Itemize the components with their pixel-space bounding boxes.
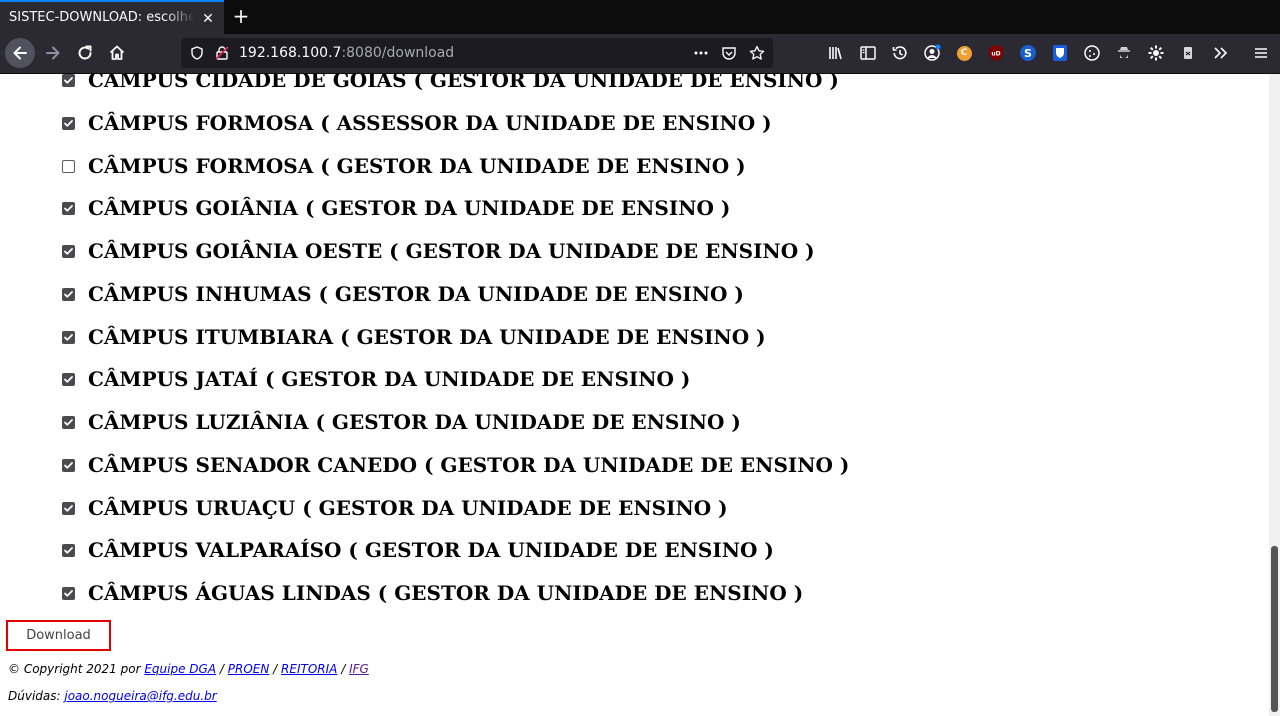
campus-label[interactable]: CÂMPUS CIDADE DE GOIÁS ( GESTOR DA UNIDA… xyxy=(88,74,839,93)
ublock-origin-icon[interactable]: uD xyxy=(987,44,1005,62)
overflow-chevron-icon[interactable] xyxy=(1211,44,1229,62)
campus-label[interactable]: CÂMPUS LUZIÂNIA ( GESTOR DA UNIDADE DE E… xyxy=(88,409,741,435)
checkbox-checked[interactable] xyxy=(62,245,75,258)
footer-contact: Dúvidas: joao.nogueira@ifg.edu.br xyxy=(8,689,217,703)
checkbox-checked[interactable] xyxy=(62,501,75,515)
browser-tab[interactable]: SISTEC-DOWNLOAD: escolher ✕ xyxy=(0,0,224,34)
checkbox-checked[interactable] xyxy=(62,116,75,130)
tab-strip: SISTEC-DOWNLOAD: escolher ✕ + xyxy=(0,0,1280,34)
footer-copyright: © Copyright 2021 por Equipe DGA / PROEN … xyxy=(8,662,369,676)
checkbox-checked[interactable] xyxy=(62,202,75,216)
bitwarden-icon[interactable] xyxy=(1051,44,1069,62)
extension-puzzle-icon[interactable] xyxy=(1179,44,1197,62)
campus-label[interactable]: CÂMPUS FORMOSA ( GESTOR DA UNIDADE DE EN… xyxy=(88,153,746,179)
url-path: :8080/download xyxy=(341,45,455,61)
campus-label[interactable]: CÂMPUS VALPARAÍSO ( GESTOR DA UNIDADE DE… xyxy=(88,537,774,563)
home-button[interactable] xyxy=(102,38,132,68)
checkbox-checked[interactable] xyxy=(62,287,75,301)
url-host: 192.168.100.7 xyxy=(239,45,342,61)
campus-label[interactable]: CÂMPUS URUAÇU ( GESTOR DA UNIDADE DE ENS… xyxy=(88,495,728,521)
link-proen[interactable]: PROEN xyxy=(228,662,270,676)
checkbox-checked[interactable] xyxy=(62,416,75,429)
reload-button[interactable] xyxy=(70,38,100,68)
reload-icon xyxy=(78,45,92,60)
checkbox-checked[interactable] xyxy=(62,330,75,344)
download-button[interactable]: Download xyxy=(6,620,111,651)
library-icon[interactable] xyxy=(827,44,845,62)
tab-close-icon[interactable]: ✕ xyxy=(200,11,216,27)
checkbox-checked[interactable] xyxy=(62,373,75,387)
duvidas-label: Dúvidas: xyxy=(8,689,61,703)
settings-gear-icon[interactable] xyxy=(1147,44,1165,62)
cookie-extension-icon[interactable]: C xyxy=(955,44,973,62)
campus-label[interactable]: CÂMPUS SENADOR CANEDO ( GESTOR DA UNIDAD… xyxy=(88,452,849,478)
separator: / xyxy=(219,662,224,676)
new-tab-icon[interactable]: + xyxy=(230,5,252,27)
bookmark-star-icon[interactable] xyxy=(749,45,765,61)
url-bar[interactable]: 192.168.100.7:8080/download xyxy=(181,38,773,68)
page-scrollbar[interactable] xyxy=(1269,74,1280,716)
campus-label[interactable]: CÂMPUS FORMOSA ( ASSESSOR DA UNIDADE DE … xyxy=(88,110,772,136)
home-icon xyxy=(109,45,125,60)
checkbox-checked[interactable] xyxy=(62,544,75,558)
navigation-toolbar: 192.168.100.7:8080/download C uD S xyxy=(0,34,1280,74)
campus-label[interactable]: CÂMPUS ÁGUAS LINDAS ( GESTOR DA UNIDADE … xyxy=(88,580,803,606)
copyright-text: © Copyright 2021 por xyxy=(8,662,141,676)
separator: / xyxy=(341,662,346,676)
checkbox-checked[interactable] xyxy=(62,74,75,87)
account-icon[interactable] xyxy=(923,44,941,62)
spy-extension-icon[interactable] xyxy=(1115,44,1133,62)
s-extension-icon[interactable]: S xyxy=(1019,44,1037,62)
insecure-lock-icon[interactable] xyxy=(214,45,230,61)
checkbox-checked[interactable] xyxy=(62,458,75,472)
scrollbar-thumb[interactable] xyxy=(1271,546,1278,712)
tab-title: SISTEC-DOWNLOAD: escolher xyxy=(9,10,195,25)
back-arrow-icon xyxy=(13,46,27,60)
link-reitoria[interactable]: REITORIA xyxy=(281,662,337,676)
forward-button[interactable] xyxy=(38,38,68,68)
campus-label[interactable]: CÂMPUS GOIÂNIA ( GESTOR DA UNIDADE DE EN… xyxy=(88,195,730,221)
separator: / xyxy=(273,662,278,676)
contact-email-link[interactable]: joao.nogueira@ifg.edu.br xyxy=(64,689,216,703)
pocket-icon[interactable] xyxy=(721,45,737,61)
more-actions-icon[interactable] xyxy=(693,45,709,61)
page-content: CÂMPUS CIDADE DE GOIÁS ( GESTOR DA UNIDA… xyxy=(0,74,1269,716)
campus-label[interactable]: CÂMPUS JATAÍ ( GESTOR DA UNIDADE DE ENSI… xyxy=(88,366,690,392)
svg-text:uD: uD xyxy=(991,51,1000,58)
shield-icon[interactable] xyxy=(189,45,205,61)
campus-label[interactable]: CÂMPUS ITUMBIARA ( GESTOR DA UNIDADE DE … xyxy=(88,324,766,350)
hamburger-menu-icon[interactable] xyxy=(1252,44,1270,62)
url-text[interactable]: 192.168.100.7:8080/download xyxy=(239,45,454,61)
history-icon[interactable] xyxy=(891,44,909,62)
sidebar-icon[interactable] xyxy=(859,44,877,62)
link-equipe-dga[interactable]: Equipe DGA xyxy=(144,662,216,676)
campus-label[interactable]: CÂMPUS INHUMAS ( GESTOR DA UNIDADE DE EN… xyxy=(88,281,744,307)
forward-arrow-icon xyxy=(46,46,60,60)
checkbox-checked[interactable] xyxy=(62,587,75,600)
link-ifg[interactable]: IFG xyxy=(349,662,369,676)
checkbox-unchecked[interactable] xyxy=(62,159,75,173)
back-button[interactable] xyxy=(5,38,35,68)
campus-label[interactable]: CÂMPUS GOIÂNIA OESTE ( GESTOR DA UNIDADE… xyxy=(88,238,815,264)
cookie-icon[interactable] xyxy=(1083,44,1101,62)
